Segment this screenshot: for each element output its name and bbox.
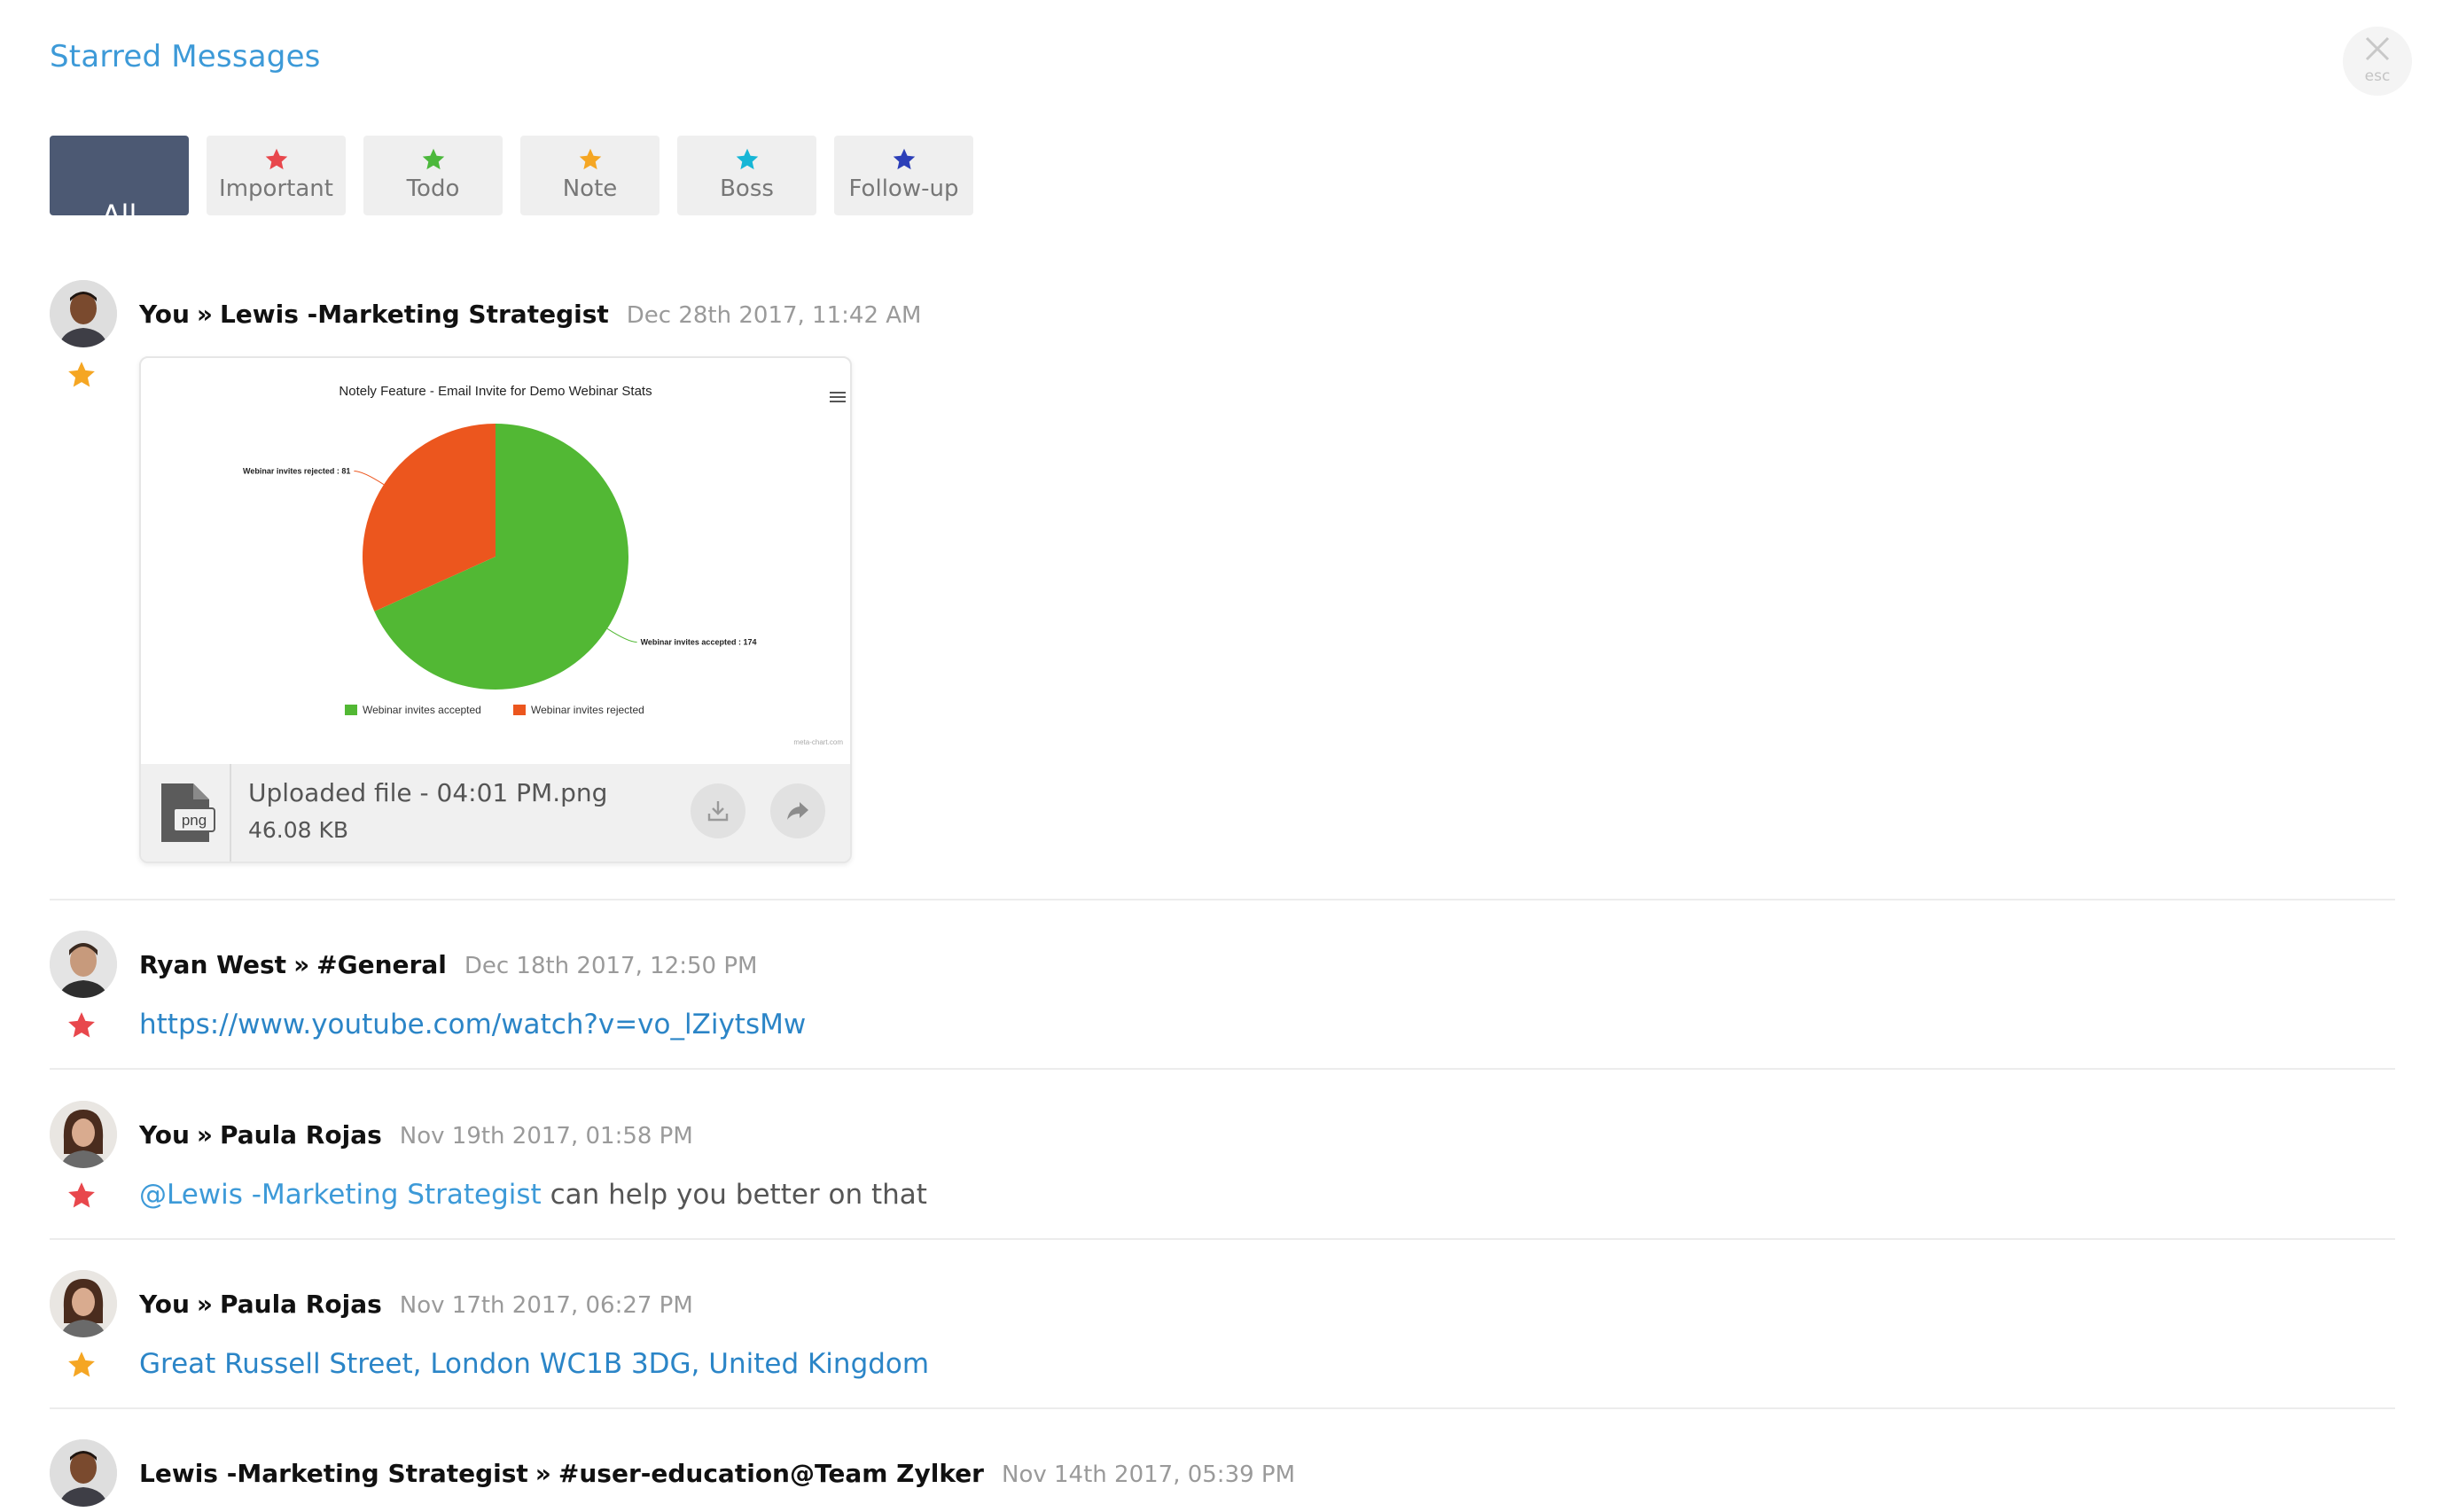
recipient-name[interactable]: Paula Rojas	[220, 1120, 382, 1150]
sender-name[interactable]: You	[139, 1290, 190, 1319]
legend-swatch-rejected	[513, 705, 526, 715]
filter-tab-boss[interactable]: Boss	[677, 136, 816, 215]
divider	[50, 1068, 2395, 1070]
chart-menu-icon[interactable]	[830, 392, 846, 404]
close-shortcut-label: esc	[2364, 67, 2391, 85]
sender-name[interactable]: Ryan West	[139, 950, 286, 979]
separator: »	[196, 300, 213, 329]
star-icon	[579, 148, 602, 170]
chart-credit: meta-chart.com	[793, 738, 843, 746]
avatar-image	[50, 280, 117, 347]
data-label-accepted: Webinar invites accepted : 174	[641, 637, 757, 646]
message-item[interactable]: Ryan West» #General Dec 18th 2017, 12:50 P…	[50, 931, 2395, 1072]
message-item[interactable]: You» Lewis -Marketing Strategist Dec 28th …	[50, 280, 2395, 865]
channel-name[interactable]: #user-education@Team Zylker	[558, 1459, 984, 1488]
location-link[interactable]: Great Russell Street, London WC1B 3DG, U…	[139, 1348, 929, 1380]
sender-name[interactable]: Lewis -Marketing Strategist	[139, 1459, 528, 1488]
data-label-connector-accepted	[606, 627, 637, 643]
timestamp: Nov 17th 2017, 06:27 PM	[399, 1292, 693, 1319]
separator: »	[196, 1290, 213, 1319]
avatar[interactable]	[50, 1101, 117, 1168]
message-link[interactable]: https://www.youtube.com/watch?v=vo_lZiyt…	[139, 1009, 806, 1040]
avatar-image	[50, 1439, 117, 1507]
star-icon	[265, 148, 288, 170]
avatar-image	[50, 931, 117, 998]
message-body: https://www.youtube.com/watch?v=vo_lZiyt…	[139, 1009, 806, 1040]
message-body: @Lewis -Marketing Strategist can help yo…	[139, 1179, 927, 1211]
star-icon[interactable]	[66, 1010, 97, 1040]
avatar-image	[50, 1270, 117, 1337]
file-info-bar: png Uploaded file - 04:01 PM.png 46.08 K…	[141, 764, 850, 861]
separator: »	[293, 950, 310, 979]
star-icon[interactable]	[66, 1350, 97, 1380]
user-mention[interactable]: @Lewis -Marketing Strategist	[139, 1179, 542, 1211]
file-type-icon-box: png	[141, 764, 231, 861]
star-icon[interactable]	[66, 1181, 97, 1211]
timestamp: Nov 14th 2017, 05:39 PM	[1002, 1461, 1296, 1488]
close-button[interactable]: esc	[2343, 27, 2412, 96]
file-type-label: png	[182, 812, 207, 829]
share-arrow-icon	[787, 802, 808, 820]
sender-name[interactable]: You	[139, 300, 190, 329]
recipient-name[interactable]: Lewis -Marketing Strategist	[220, 300, 609, 329]
star-icon	[893, 148, 916, 170]
channel-name[interactable]: #General	[316, 950, 447, 979]
avatar-image	[50, 1101, 117, 1168]
star-icon	[422, 148, 445, 170]
data-label-connector-rejected	[354, 471, 385, 486]
message-text: can help you better on that	[541, 1179, 927, 1211]
chart-image: Notely Feature - Email Invite for Demo W…	[141, 358, 850, 764]
divider	[50, 899, 2395, 900]
close-icon	[2365, 36, 2390, 61]
message-item[interactable]: Lewis -Marketing Strategist» #user-educat…	[50, 1439, 2395, 1512]
separator: »	[196, 1120, 213, 1150]
legend-label-accepted: Webinar invites accepted	[363, 704, 481, 716]
message-body: Great Russell Street, London WC1B 3DG, U…	[139, 1348, 929, 1380]
legend-swatch-accepted	[345, 705, 357, 715]
message-header: You» Lewis -Marketing Strategist Dec 28th …	[139, 300, 921, 329]
download-icon	[707, 801, 729, 822]
forward-button[interactable]	[770, 783, 825, 838]
message-header: You» Paula Rojas Nov 17th 2017, 06:27 PM	[139, 1290, 693, 1319]
message-header: Lewis -Marketing Strategist» #user-educat…	[139, 1459, 1295, 1488]
file-name[interactable]: Uploaded file - 04:01 PM.png	[248, 778, 607, 807]
avatar[interactable]	[50, 931, 117, 998]
timestamp: Nov 19th 2017, 01:58 PM	[399, 1123, 693, 1150]
message-item[interactable]: You» Paula Rojas Nov 19th 2017, 01:58 PM @…	[50, 1101, 2395, 1243]
filter-tab-label: All	[101, 199, 137, 232]
chart-title: Notely Feature - Email Invite for Demo W…	[339, 384, 652, 399]
attachment-card[interactable]: Notely Feature - Email Invite for Demo W…	[139, 356, 852, 863]
page-title: Starred Messages	[50, 39, 321, 74]
star-icon	[736, 148, 759, 170]
png-file-icon: png	[161, 783, 215, 842]
starred-messages-panel: Starred Messages esc All Important Todo …	[0, 0, 2443, 1512]
avatar[interactable]	[50, 1439, 117, 1507]
separator: »	[535, 1459, 551, 1488]
download-button[interactable]	[691, 783, 745, 838]
timestamp: Dec 28th 2017, 11:42 AM	[626, 302, 922, 329]
message-header: You» Paula Rojas Nov 19th 2017, 01:58 PM	[139, 1120, 693, 1150]
avatar[interactable]	[50, 1270, 117, 1337]
message-header: Ryan West» #General Dec 18th 2017, 12:50 P…	[139, 950, 757, 979]
data-label-rejected: Webinar invites rejected : 81	[243, 467, 350, 476]
star-icon[interactable]	[66, 360, 97, 390]
legend-label-rejected: Webinar invites rejected	[531, 704, 644, 716]
filter-tab-todo[interactable]: Todo	[363, 136, 503, 215]
divider	[50, 1238, 2395, 1240]
avatar[interactable]	[50, 280, 117, 347]
filter-tab-important[interactable]: Important	[207, 136, 346, 215]
filter-tab-follow-up[interactable]: Follow-up	[834, 136, 973, 215]
filter-tab-all[interactable]: All	[50, 136, 189, 232]
filter-tab-note[interactable]: Note	[520, 136, 660, 215]
timestamp: Dec 18th 2017, 12:50 PM	[464, 953, 758, 979]
pie-chart: Notely Feature - Email Invite for Demo W…	[243, 384, 843, 746]
message-item[interactable]: You» Paula Rojas Nov 17th 2017, 06:27 PM G…	[50, 1270, 2395, 1412]
divider	[50, 1407, 2395, 1409]
file-size: 46.08 KB	[248, 817, 349, 843]
sender-name[interactable]: You	[139, 1120, 190, 1150]
recipient-name[interactable]: Paula Rojas	[220, 1290, 382, 1319]
